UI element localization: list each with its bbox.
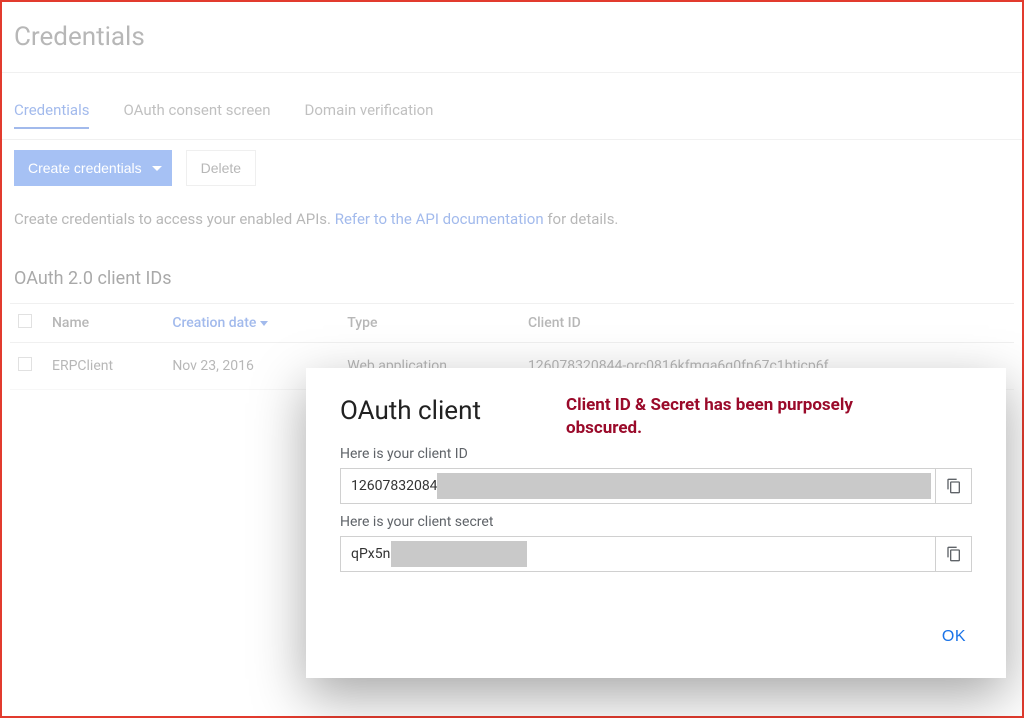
sort-desc-icon	[260, 321, 268, 326]
client-id-label: Here is your client ID	[340, 446, 972, 462]
caret-down-icon	[152, 166, 162, 171]
toolbar: Create credentials Delete	[10, 140, 1014, 196]
page-title: Credentials	[10, 18, 1014, 72]
client-id-obscure-bar	[437, 473, 931, 499]
ok-button[interactable]: OK	[936, 620, 972, 654]
divider	[2, 139, 1022, 140]
copy-client-id-button[interactable]	[935, 469, 971, 503]
oauth-client-dialog: OAuth client Client ID & Secret has been…	[306, 368, 1006, 678]
select-all-checkbox[interactable]	[18, 314, 32, 328]
tab-bar: Credentials OAuth consent screen Domain …	[10, 73, 1014, 139]
oauth-section-heading: OAuth 2.0 client IDs	[10, 268, 1014, 303]
obscured-annotation: Client ID & Secret has been purposely ob…	[566, 394, 886, 440]
row-checkbox[interactable]	[18, 357, 32, 371]
cell-name: ERPClient	[44, 343, 164, 390]
col-name[interactable]: Name	[44, 304, 164, 343]
col-type[interactable]: Type	[339, 304, 520, 343]
client-secret-obscure-bar	[391, 541, 527, 567]
divider	[2, 72, 1022, 73]
helper-prefix: Create credentials to access your enable…	[14, 210, 335, 228]
create-credentials-label: Create credentials	[28, 160, 142, 176]
copy-client-secret-button[interactable]	[935, 537, 971, 571]
copy-icon	[946, 546, 962, 562]
api-documentation-link[interactable]: Refer to the API documentation	[335, 210, 544, 228]
create-credentials-button[interactable]: Create credentials	[14, 150, 172, 186]
tab-credentials[interactable]: Credentials	[14, 101, 89, 129]
tab-domain-verification[interactable]: Domain verification	[305, 101, 434, 129]
copy-icon	[946, 478, 962, 494]
tab-oauth-consent[interactable]: OAuth consent screen	[123, 101, 270, 129]
col-client-id[interactable]: Client ID	[520, 304, 1014, 343]
client-secret-field-row	[340, 536, 972, 572]
client-secret-label: Here is your client secret	[340, 514, 972, 530]
helper-suffix: for details.	[544, 210, 619, 228]
delete-button[interactable]: Delete	[186, 150, 256, 186]
col-creation-date[interactable]: Creation date	[164, 304, 339, 343]
helper-text: Create credentials to access your enable…	[10, 196, 1014, 268]
client-id-field-row	[340, 468, 972, 504]
